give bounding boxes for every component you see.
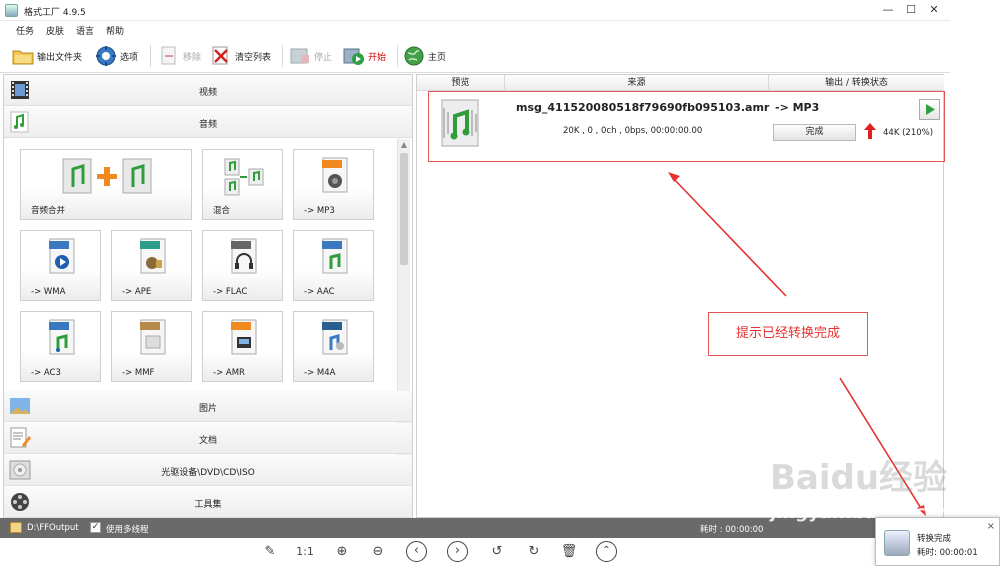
category-picture[interactable]: 图片 bbox=[4, 391, 412, 422]
clear-list-icon bbox=[210, 45, 232, 67]
m4a-file-icon bbox=[322, 319, 348, 355]
column-source[interactable]: 来源 bbox=[505, 75, 769, 91]
prev-icon[interactable]: ‹ bbox=[406, 541, 427, 562]
category-disc[interactable]: 光驱设备\DVD\CD\ISO bbox=[4, 455, 412, 486]
amr-file-icon bbox=[231, 319, 257, 355]
home-button[interactable]: 主页 bbox=[403, 44, 446, 68]
zoom-out-icon[interactable]: ⊖ bbox=[367, 541, 389, 563]
tile-audio-join[interactable]: 音频合并 bbox=[20, 149, 192, 220]
zoom-in-icon[interactable]: ⊕ bbox=[331, 541, 353, 563]
stop-icon bbox=[289, 45, 311, 67]
toolbar-separator bbox=[150, 45, 151, 67]
menu-bar: 任务 皮肤 语言 帮助 bbox=[0, 21, 950, 39]
aac-file-icon bbox=[322, 238, 348, 274]
category-audio[interactable]: 音频 bbox=[4, 107, 412, 138]
mix-icon bbox=[223, 157, 265, 196]
menu-skin[interactable]: 皮肤 bbox=[46, 24, 64, 37]
maximize-button[interactable]: ☐ bbox=[903, 3, 919, 17]
next-icon[interactable]: › bbox=[447, 541, 468, 562]
clear-list-button[interactable]: 清空列表 bbox=[210, 44, 271, 68]
elapsed-time: 耗时 : 00:00:00 bbox=[700, 525, 764, 535]
remove-button[interactable]: 移除 bbox=[158, 44, 201, 68]
column-preview[interactable]: 预览 bbox=[417, 75, 505, 91]
category-tools[interactable]: 工具集 bbox=[4, 487, 412, 518]
close-button[interactable]: ✕ bbox=[926, 3, 942, 17]
start-button[interactable]: 开始 bbox=[343, 44, 386, 68]
rotate-right-icon[interactable]: ↻ bbox=[523, 541, 545, 563]
output-folder-button[interactable]: 输出文件夹 bbox=[12, 44, 82, 68]
wma-file-icon bbox=[49, 238, 75, 274]
viewer-toolbar: ✎ 1:1 ⊕ ⊖ ‹ › ↺ ↻ 🗑 ⌃ bbox=[0, 538, 1000, 566]
highlight-box bbox=[428, 91, 945, 162]
category-video[interactable]: 视频 bbox=[4, 75, 412, 106]
tile-to-flac[interactable]: -> FLAC bbox=[202, 230, 283, 301]
delete-icon[interactable]: 🗑 bbox=[558, 541, 580, 563]
mp3-file-icon bbox=[322, 157, 348, 193]
menu-help[interactable]: 帮助 bbox=[106, 24, 124, 37]
stop-button[interactable]: 停止 bbox=[289, 44, 332, 68]
toolbar-separator bbox=[282, 45, 283, 67]
toast-close-icon[interactable]: × bbox=[987, 521, 995, 532]
scroll-thumb[interactable] bbox=[400, 153, 408, 265]
folder-icon bbox=[12, 45, 34, 67]
edit-icon[interactable]: ✎ bbox=[259, 541, 281, 563]
output-path[interactable]: D:\FFOutput bbox=[27, 523, 79, 533]
start-icon bbox=[343, 45, 365, 67]
flac-file-icon bbox=[231, 238, 257, 274]
ape-file-icon bbox=[140, 238, 166, 274]
audio-join-icon bbox=[59, 157, 155, 194]
multithread-label: 使用多线程 bbox=[106, 525, 149, 535]
mmf-file-icon bbox=[140, 319, 166, 355]
minimize-button[interactable]: — bbox=[880, 3, 896, 17]
app-icon bbox=[5, 4, 18, 17]
tile-to-ape[interactable]: -> APE bbox=[111, 230, 192, 301]
rotate-left-icon[interactable]: ↺ bbox=[486, 541, 508, 563]
tile-to-amr[interactable]: -> AMR bbox=[202, 311, 283, 382]
toolbar-separator bbox=[397, 45, 398, 67]
menu-language[interactable]: 语言 bbox=[76, 24, 94, 37]
category-panel: 视频 音频 音频合并 混合 -> MP3 -> WMA -> APE -> FL… bbox=[3, 74, 413, 518]
tile-to-ac3[interactable]: -> AC3 bbox=[20, 311, 101, 382]
tile-to-mmf[interactable]: -> MMF bbox=[111, 311, 192, 382]
watermark-brand: Baidu经验 bbox=[770, 458, 948, 498]
tile-to-mp3[interactable]: -> MP3 bbox=[293, 149, 374, 220]
gear-icon bbox=[95, 45, 117, 67]
multithread-checkbox[interactable]: ✓ bbox=[90, 522, 101, 533]
window-title: 格式工厂 4.9.5 bbox=[24, 8, 86, 18]
toolbar: 输出文件夹 选项 移除 清空列表 停止 开始 主页 bbox=[0, 39, 950, 73]
output-folder-icon[interactable] bbox=[10, 522, 22, 533]
app-notification-icon bbox=[884, 530, 910, 556]
options-button[interactable]: 选项 bbox=[95, 44, 138, 68]
category-document[interactable]: 文档 bbox=[4, 423, 412, 454]
tile-to-m4a[interactable]: -> M4A bbox=[293, 311, 374, 382]
tile-mix[interactable]: 混合 bbox=[202, 149, 283, 220]
tile-to-wma[interactable]: -> WMA bbox=[20, 230, 101, 301]
globe-icon bbox=[403, 45, 425, 67]
up-icon[interactable]: ⌃ bbox=[596, 541, 617, 562]
annotation-note: 提示已经转换完成 bbox=[708, 312, 868, 356]
tile-to-aac[interactable]: -> AAC bbox=[293, 230, 374, 301]
toast-elapsed: 耗时: 00:00:01 bbox=[917, 548, 978, 558]
ac3-file-icon bbox=[49, 319, 75, 355]
actual-size-button[interactable]: 1:1 bbox=[294, 541, 316, 563]
title-bar: 格式工厂 4.9.5 — ☐ ✕ bbox=[0, 0, 950, 21]
remove-icon bbox=[158, 45, 180, 67]
scroll-up-icon[interactable]: ▲ bbox=[398, 139, 410, 151]
conversion-complete-toast[interactable]: 转换完成 耗时: 00:00:01 × bbox=[875, 517, 1000, 566]
menu-task[interactable]: 任务 bbox=[16, 24, 34, 37]
toast-title: 转换完成 bbox=[917, 534, 952, 544]
column-output-status[interactable]: 输出 / 转换状态 bbox=[769, 75, 944, 91]
